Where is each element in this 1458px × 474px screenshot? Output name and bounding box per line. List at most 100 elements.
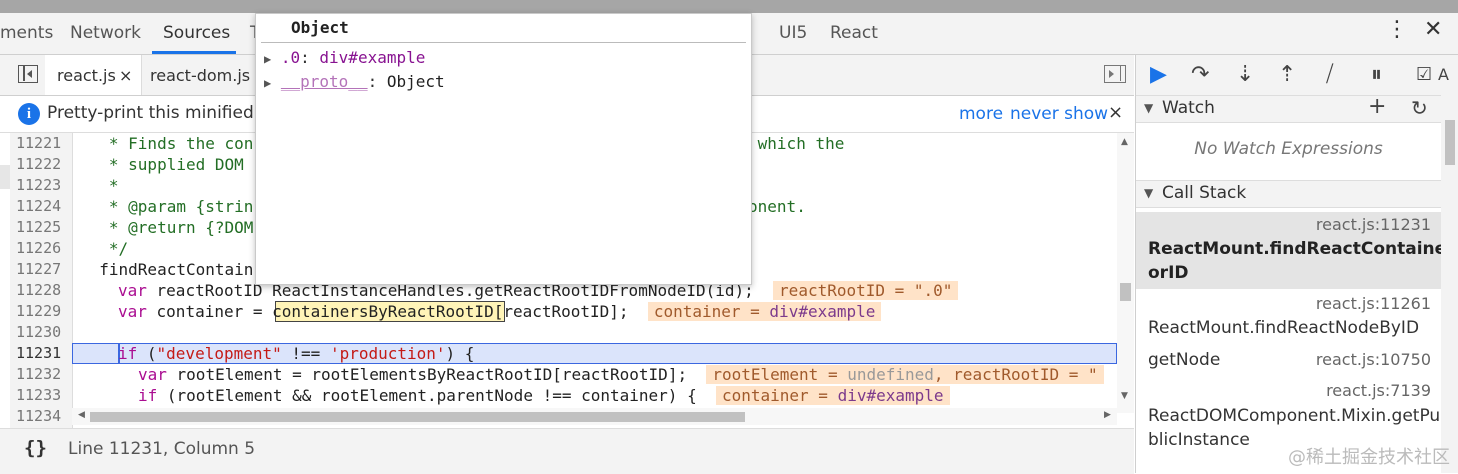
pretty-print-button[interactable]: {} [24,437,47,459]
inline-variable-value: container = div#example [647,302,882,321]
window-chrome [0,0,1458,13]
step-into-icon[interactable]: ⇣ [1236,62,1254,87]
scroll-left-arrow-icon[interactable]: ◀ [78,410,85,420]
inline-variable-value: rootElement = undefined, reactRootID = " [706,365,1104,384]
scroll-down-arrow-icon[interactable]: ▼ [1121,391,1128,401]
expand-arrow-icon: ▼ [1144,101,1154,115]
line-number[interactable]: 11227 [16,259,61,280]
step-out-icon[interactable]: ⇡ [1278,62,1296,87]
expand-triangle-icon[interactable]: ▶ [264,76,271,90]
code-line-current: if ("development" !== 'production') { [118,344,475,363]
line-number-gutter[interactable]: 11221 11222 11223 11224 11225 11226 1122… [10,133,73,428]
infobar-more-link[interactable]: more [959,104,1003,124]
call-stack-frame[interactable]: react.js:11261 ReactMount.findReactNodeB… [1136,291,1441,343]
code-line: * [80,176,119,195]
call-stack-title: Call Stack [1162,183,1247,203]
file-tab-react-dom-js[interactable]: react-dom.js [150,66,250,85]
line-number[interactable]: 11234 [16,406,61,427]
editor-horizontal-scrollbar[interactable]: ◀ ▶ [72,408,1117,425]
line-number[interactable]: 11232 [16,364,61,385]
line-number[interactable]: 11225 [16,217,61,238]
popover-property-row[interactable]: ▶ __proto__: Object [264,72,445,91]
file-tab-react-js[interactable]: react.js × [45,55,142,95]
tab-react[interactable]: React [830,23,878,43]
call-stack-frame[interactable]: react.js:10750 getNode [1136,345,1441,377]
code-line: * supplied DOM [80,155,244,174]
refresh-icon[interactable]: ↻ [1411,96,1428,120]
tab-elements[interactable]: ments [0,23,53,43]
resume-icon[interactable]: ▶ [1150,62,1167,87]
code-line: */ [80,239,129,258]
code-line: * @return {?DOM [80,218,254,237]
inline-variable-value: reactRootID = ".0" [773,281,959,300]
code-line: findReactContain [80,260,254,279]
code-line: if (rootElement && rootElement.parentNod… [138,385,950,406]
frame-function-name: getNode [1148,350,1221,370]
cursor-position: Line 11231, Column 5 [68,439,256,459]
scrollbar-thumb[interactable] [90,412,745,422]
step-over-icon[interactable]: ↷ [1191,62,1209,87]
scrollbar-thumb[interactable] [1120,283,1131,301]
call-stack-frame-selected[interactable]: react.js:11231 ReactMount.findReactConta… [1136,212,1458,289]
more-vert-icon[interactable]: ⋮ [1386,19,1408,41]
popover-divider [261,42,746,43]
line-number[interactable]: 11223 [16,175,61,196]
frame-location: react.js:11231 [1315,215,1431,234]
object-preview-popover[interactable]: Object ▶ .0: div#example ▶ __proto__: Ob… [255,13,752,306]
tab-sources[interactable]: Sources [163,23,230,43]
popover-pointer [526,296,544,306]
line-number[interactable]: 11224 [16,196,61,217]
editor-vertical-scrollbar[interactable]: ▲ ▼ [1117,133,1134,413]
frame-function-name: ReactMount.findReactNodeByID [1148,318,1420,338]
line-number[interactable]: 11221 [16,133,61,154]
scroll-right-arrow-icon[interactable]: ▶ [1104,410,1111,420]
expand-triangle-icon[interactable]: ▶ [264,52,271,66]
line-number[interactable]: 11229 [16,301,61,322]
add-expression-icon[interactable]: + [1368,94,1386,119]
line-number[interactable]: 11230 [16,322,61,343]
sidebar-scrollbar[interactable] [1441,95,1458,473]
frame-location: react.js:10750 [1315,350,1431,369]
line-number[interactable]: 11228 [16,280,61,301]
pause-on-caught-label: A [1438,65,1449,84]
tab-ui5[interactable]: UI5 [779,23,807,43]
line-number[interactable]: 11222 [16,154,61,175]
collapsed-panel-edge [0,165,10,189]
file-tab-label: react.js [57,66,116,85]
code-line: var rootElement = rootElementsByReactRoo… [138,364,1104,385]
editor-status-bar: {} Line 11231, Column 5 [0,428,1134,474]
inline-variable-value: container = div#example [715,386,950,405]
close-tab-icon[interactable]: × [119,66,132,85]
debugger-sidebar: ▶ ↷ ⇣ ⇡ ⧸ ⏸ ☑ A ▼ Watch + ↻ No Watch Exp… [1135,55,1458,473]
infobar-close-icon[interactable]: × [1108,102,1123,123]
line-number[interactable]: 11226 [16,238,61,259]
scrollbar-thumb[interactable] [1445,120,1455,165]
deactivate-breakpoints-icon[interactable]: ⧸ [1326,62,1333,87]
frame-function-name-wrap: blicInstance [1148,430,1250,450]
code-line: var container = containersByReactRootID[… [118,301,882,322]
watermark: @稀土掘金技术社区 [1288,447,1450,468]
active-tab-indicator [152,51,236,54]
infobar-message: Pretty-print this minified fi [47,103,270,123]
hovered-token[interactable]: containersByReactRootID [272,302,494,321]
pause-on-caught-exceptions-checkbox[interactable]: ☑ [1416,64,1432,85]
line-number[interactable]: 11233 [16,385,61,406]
infobar-never-show-link[interactable]: never show [1010,104,1108,124]
pause-on-exceptions-icon[interactable]: ⏸ [1371,62,1382,87]
popover-property-row[interactable]: ▶ .0: div#example [264,48,425,67]
line-number-current[interactable]: 11231 [16,343,61,364]
tab-network[interactable]: Network [70,23,141,43]
toggle-navigator-icon[interactable] [18,65,38,83]
close-icon[interactable]: ✕ [1424,17,1442,42]
frame-function-name-wrap: orID [1148,263,1189,283]
watch-section-header[interactable]: ▼ Watch + ↻ [1136,94,1441,123]
popover-title: Object [291,18,349,37]
call-stack-section-header[interactable]: ▼ Call Stack [1136,180,1441,208]
watch-title: Watch [1162,98,1215,118]
frame-location: react.js:7139 [1326,381,1431,400]
scroll-up-arrow-icon[interactable]: ▲ [1121,137,1128,147]
info-icon: i [18,103,40,125]
frame-function-name: ReactMount.findReactContainerF [1148,239,1458,259]
frame-function-name: ReactDOMComponent.Mixin.getPu [1148,406,1441,426]
toggle-debugger-icon[interactable] [1104,65,1126,83]
